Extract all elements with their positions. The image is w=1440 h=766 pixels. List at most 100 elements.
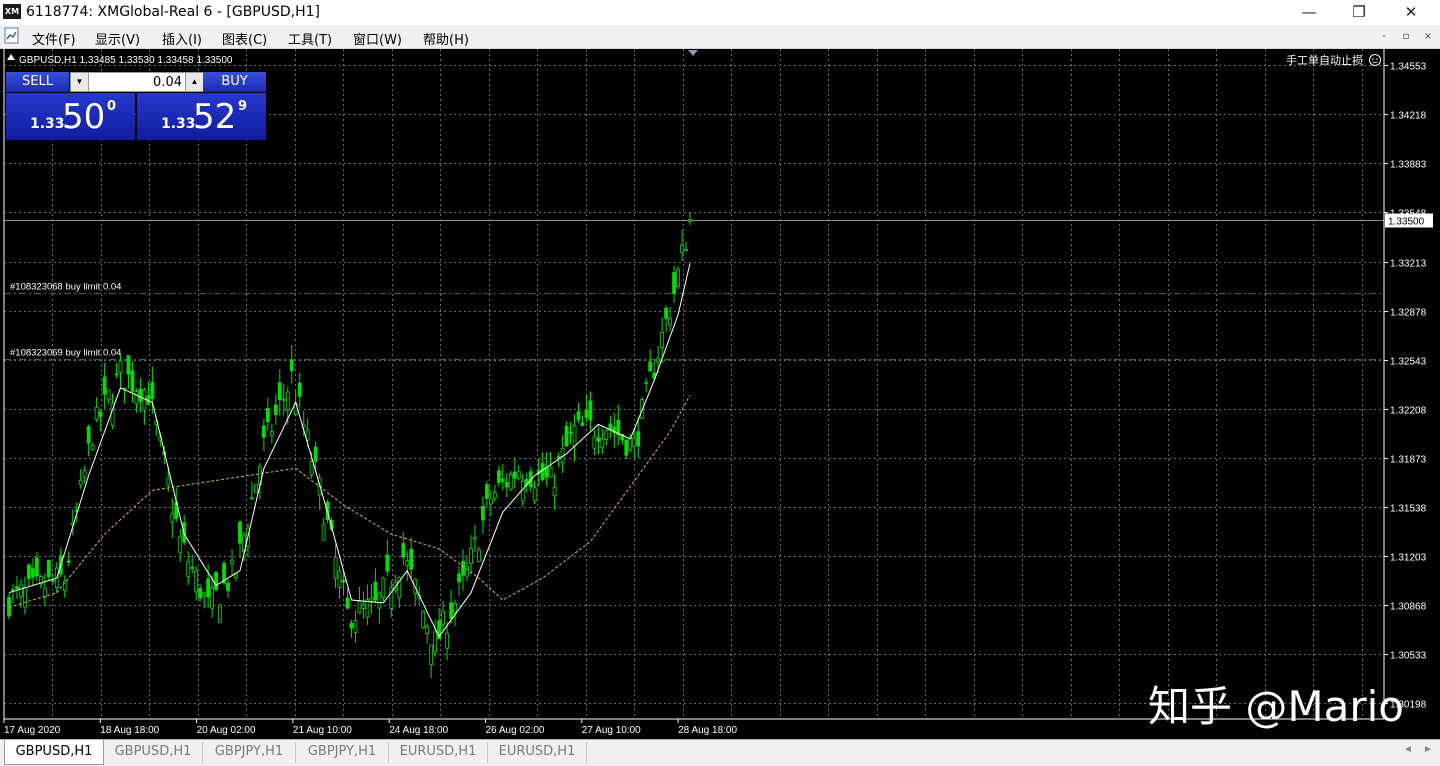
candle-body xyxy=(82,470,87,478)
candle-body xyxy=(636,431,641,447)
candle-body xyxy=(138,388,143,402)
buy-button[interactable]: BUY xyxy=(203,72,266,92)
tab-gbpusd-h1[interactable]: GBPUSD,H1 xyxy=(104,742,203,763)
candle-body xyxy=(628,437,633,451)
chart-collapse-icon[interactable] xyxy=(7,54,15,60)
candle-body xyxy=(206,578,211,598)
price-tick-label: 1.33883 xyxy=(1390,160,1427,171)
candle-body xyxy=(676,268,680,288)
tab-scroll-right-icon[interactable]: ► xyxy=(1423,744,1433,755)
price-tick-label: 1.30868 xyxy=(1390,602,1427,613)
chart-shift-marker-icon[interactable] xyxy=(688,50,698,56)
sell-price-pips: 50 xyxy=(62,97,106,137)
menu-help[interactable]: 帮助(H) xyxy=(423,29,469,48)
price-tick-label: 1.34553 xyxy=(1390,62,1427,73)
candle-body xyxy=(234,573,238,579)
price-tick-label: 1.30533 xyxy=(1390,651,1427,662)
menu-file[interactable]: 文件(F) xyxy=(32,29,76,48)
candle-body xyxy=(126,355,131,375)
candle-body xyxy=(584,410,589,418)
menu-charts[interactable]: 图表(C) xyxy=(222,29,267,48)
mdi-restore-button[interactable]: ▫ xyxy=(1398,29,1414,44)
price-tick-label: 1.33213 xyxy=(1390,259,1427,270)
menu-view[interactable]: 显示(V) xyxy=(95,29,140,48)
price-tick-label: 1.31538 xyxy=(1390,504,1427,515)
price-chart[interactable]: #108323068 buy limit 0.04 #108323069 buy … xyxy=(0,49,1440,739)
menu-insert[interactable]: 插入(I) xyxy=(162,29,202,48)
close-button[interactable]: ✕ xyxy=(1388,0,1434,25)
time-tick-label: 20 Aug 02:00 xyxy=(197,725,256,736)
candle-body xyxy=(66,560,71,563)
lot-increase-button[interactable]: ▲ xyxy=(185,72,204,92)
candle-body xyxy=(445,633,449,649)
lot-size-input[interactable]: 0.04 xyxy=(89,72,186,92)
candle-body xyxy=(465,566,469,577)
tab-gbpjpy-h1-2[interactable]: GBPJPY,H1 xyxy=(296,742,389,763)
candle-body xyxy=(349,622,354,629)
candle-body xyxy=(202,592,207,597)
candle-body xyxy=(218,604,222,623)
candle-body xyxy=(632,437,637,447)
price-axis[interactable]: 1.345531.342181.338831.335481.332131.328… xyxy=(1384,62,1427,711)
candle-body xyxy=(433,631,438,653)
sell-button[interactable]: SELL xyxy=(6,72,69,92)
candle-body xyxy=(449,602,453,619)
candle-body xyxy=(596,437,601,442)
candle-body xyxy=(297,382,302,397)
tab-gbpjpy-h1[interactable]: GBPJPY,H1 xyxy=(203,742,296,763)
buy-price-pips: 52 xyxy=(193,97,237,137)
lot-decrease-button[interactable]: ▼ xyxy=(70,72,89,92)
candle-body xyxy=(576,411,581,421)
candle-body xyxy=(680,244,684,253)
candle-body xyxy=(552,486,557,497)
candle-body xyxy=(277,382,282,401)
menu-bar: 文件(F) 显示(V) 插入(I) 图表(C) 工具(T) 窗口(W) 帮助(H… xyxy=(0,25,1440,49)
candle-body xyxy=(34,557,39,577)
candle-body xyxy=(660,331,665,348)
candle-body xyxy=(373,581,378,601)
chart-document-icon[interactable] xyxy=(4,27,20,45)
candle-body xyxy=(409,548,414,570)
candle-body xyxy=(600,438,605,448)
candle-body xyxy=(94,406,99,421)
chart-grid xyxy=(4,49,1384,719)
candle-body xyxy=(485,484,489,499)
smiley-expert-icon[interactable] xyxy=(1369,54,1381,66)
candle-body xyxy=(668,317,672,326)
tab-scroll-left-icon[interactable]: ◄ xyxy=(1403,744,1413,755)
candle-body xyxy=(532,487,537,502)
chart-window[interactable]: #108323068 buy limit 0.04 #108323069 buy … xyxy=(0,49,1440,739)
candle-body xyxy=(540,463,545,480)
tab-eurusd-h1[interactable]: EURUSD,H1 xyxy=(389,742,488,763)
time-tick-label: 27 Aug 10:00 xyxy=(582,725,641,736)
candle-body xyxy=(170,513,175,523)
maximize-button[interactable]: ❐ xyxy=(1336,0,1382,25)
candle-body xyxy=(281,398,286,401)
time-axis[interactable]: 17 Aug 2020 18 Aug 18:00 20 Aug 02:00 21 Au… xyxy=(3,719,737,736)
candle-body xyxy=(19,584,23,597)
candle-body xyxy=(98,411,103,417)
mdi-close-button[interactable]: × xyxy=(1420,29,1436,44)
candle-body xyxy=(477,549,481,563)
candle-body xyxy=(648,361,653,372)
slow-moving-average xyxy=(8,394,691,608)
sell-price-display[interactable]: 1.33 50 0 xyxy=(6,93,135,140)
candle-body xyxy=(469,548,473,564)
candle-body xyxy=(401,543,406,558)
price-tick-label: 1.32878 xyxy=(1390,308,1427,319)
tab-eurusd-h1-2[interactable]: EURUSD,H1 xyxy=(488,742,587,763)
candle-body xyxy=(377,592,382,609)
candle-body xyxy=(214,571,218,591)
minimize-button[interactable]: — xyxy=(1286,0,1332,25)
menu-window[interactable]: 窗口(W) xyxy=(353,29,402,48)
buy-price-display[interactable]: 1.33 52 9 xyxy=(137,93,266,140)
mdi-minimize-button[interactable]: - xyxy=(1376,29,1392,44)
tab-gbpusd-h1-active[interactable]: GBPUSD,H1 xyxy=(4,740,104,765)
candle-body xyxy=(588,400,593,421)
pending-order-lines[interactable]: #108323068 buy limit 0.04 #108323069 buy … xyxy=(4,220,1384,360)
menu-tools[interactable]: 工具(T) xyxy=(288,29,332,48)
candle-body xyxy=(357,601,362,614)
candle-body xyxy=(572,425,577,447)
one-click-trading-panel: SELL ▼ 0.04 ▲ BUY 1.33 50 0 1.33 52 9 xyxy=(6,72,266,140)
window-title: 6118774: XMGlobal-Real 6 - [GBPUSD,H1] xyxy=(26,4,321,20)
